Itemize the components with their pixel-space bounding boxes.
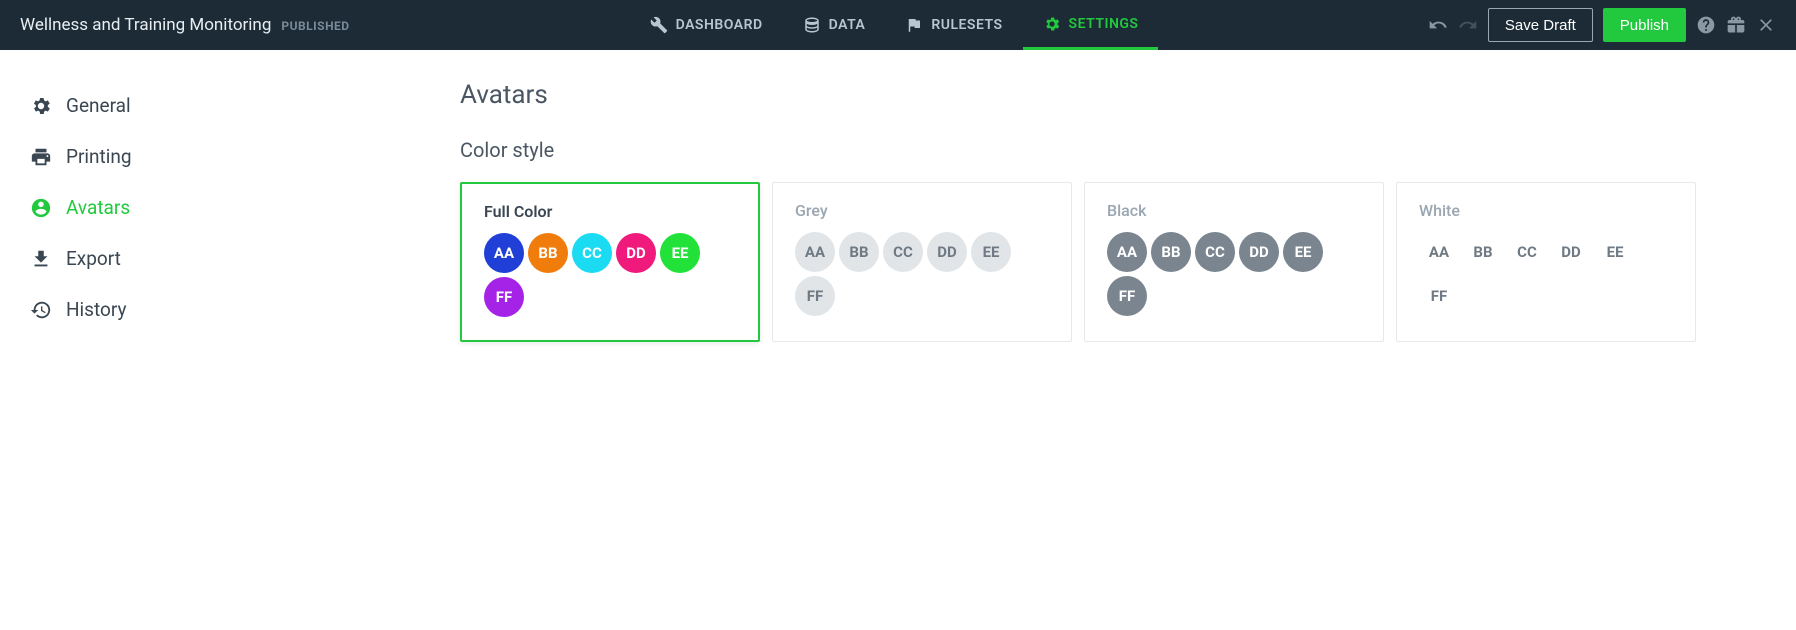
redo-icon [1458, 15, 1478, 35]
avatar-swatch: BB [1151, 232, 1191, 272]
sidebar-item-general[interactable]: General [30, 80, 460, 131]
sliders-icon [30, 95, 52, 117]
card-title: Full Color [484, 202, 736, 221]
nav-label: DATA [829, 17, 866, 33]
avatar-swatch: EE [1595, 232, 1635, 272]
avatar-icon [30, 197, 52, 219]
avatar-swatch: BB [528, 233, 568, 273]
color-style-grey[interactable]: Grey AABBCCDDEE FF [772, 182, 1072, 342]
undo-icon [1428, 15, 1448, 35]
nav-label: SETTINGS [1069, 16, 1139, 32]
sidebar-item-printing[interactable]: Printing [30, 131, 460, 182]
settings-sidebar: General Printing Avatars Export History [0, 80, 460, 342]
avatar-swatch: CC [1507, 232, 1547, 272]
swatch-row: AABBCCDDEE FF [484, 233, 736, 317]
content: Avatars Color style Full Color AABBCCDDE… [460, 80, 1796, 342]
close-button[interactable] [1756, 15, 1776, 35]
card-title: Black [1107, 201, 1361, 220]
avatar-swatch: AA [484, 233, 524, 273]
redo-button[interactable] [1458, 15, 1478, 35]
flag-icon [905, 16, 923, 34]
avatar-swatch: FF [484, 277, 524, 317]
avatar-swatch: DD [1551, 232, 1591, 272]
avatar-swatch: AA [1419, 232, 1459, 272]
help-button[interactable] [1696, 15, 1716, 35]
save-draft-button[interactable]: Save Draft [1488, 8, 1593, 42]
wrench-icon [650, 16, 668, 34]
sidebar-item-export[interactable]: Export [30, 233, 460, 284]
nav-rulesets[interactable]: RULESETS [885, 0, 1022, 50]
color-style-full-color[interactable]: Full Color AABBCCDDEE FF [460, 182, 760, 342]
nav-data[interactable]: DATA [783, 0, 886, 50]
card-title: White [1419, 201, 1673, 220]
gift-button[interactable] [1726, 15, 1746, 35]
nav-label: DASHBOARD [676, 17, 763, 33]
sidebar-item-label: History [66, 298, 126, 321]
avatar-swatch: DD [927, 232, 967, 272]
app-title: Wellness and Training Monitoring [20, 15, 271, 35]
gift-icon [1726, 15, 1746, 35]
right-controls: Save Draft Publish [1428, 8, 1776, 42]
color-style-white[interactable]: White AABBCCDDEE FF [1396, 182, 1696, 342]
help-icon [1696, 15, 1716, 35]
undo-button[interactable] [1428, 15, 1448, 35]
avatar-swatch: CC [883, 232, 923, 272]
title-wrap: Wellness and Training Monitoring PUBLISH… [20, 15, 350, 35]
swatch-row: AABBCCDDEE FF [1107, 232, 1361, 316]
color-style-black[interactable]: Black AABBCCDDEE FF [1084, 182, 1384, 342]
sidebar-item-label: Export [66, 247, 121, 270]
nav-dashboard[interactable]: DASHBOARD [630, 0, 783, 50]
database-icon [803, 16, 821, 34]
page-title: Avatars [460, 80, 1756, 110]
color-style-grid: Full Color AABBCCDDEEFF Grey AABBCCDDEEF… [460, 182, 1756, 342]
sidebar-item-label: Printing [66, 145, 132, 168]
sidebar-item-avatars[interactable]: Avatars [30, 182, 460, 233]
sidebar-item-history[interactable]: History [30, 284, 460, 335]
avatar-swatch: BB [1463, 232, 1503, 272]
avatar-swatch: FF [1419, 276, 1459, 316]
section-title: Color style [460, 138, 1756, 162]
history-icon [30, 299, 52, 321]
swatch-row: AABBCCDDEE FF [795, 232, 1049, 316]
avatar-swatch: CC [1195, 232, 1235, 272]
nav-label: RULESETS [931, 17, 1002, 33]
avatar-swatch: DD [1239, 232, 1279, 272]
avatar-swatch: CC [572, 233, 612, 273]
avatar-swatch: EE [660, 233, 700, 273]
gear-icon [1043, 15, 1061, 33]
avatar-swatch: EE [971, 232, 1011, 272]
avatar-swatch: FF [1107, 276, 1147, 316]
top-bar: Wellness and Training Monitoring PUBLISH… [0, 0, 1796, 50]
printer-icon [30, 146, 52, 168]
main-nav: DASHBOARD DATA RULESETS SETTINGS [630, 0, 1159, 50]
avatar-swatch: AA [1107, 232, 1147, 272]
avatar-swatch: DD [616, 233, 656, 273]
avatar-swatch: FF [795, 276, 835, 316]
body: General Printing Avatars Export History … [0, 50, 1796, 342]
avatar-swatch: EE [1283, 232, 1323, 272]
publish-button[interactable]: Publish [1603, 8, 1686, 42]
download-icon [30, 248, 52, 270]
avatar-swatch: AA [795, 232, 835, 272]
avatar-swatch: BB [839, 232, 879, 272]
swatch-row: AABBCCDDEE FF [1419, 232, 1673, 316]
sidebar-item-label: Avatars [66, 196, 130, 219]
nav-settings[interactable]: SETTINGS [1023, 0, 1159, 50]
card-title: Grey [795, 201, 1049, 220]
close-icon [1756, 15, 1776, 35]
sidebar-item-label: General [66, 94, 131, 117]
publish-status-badge: PUBLISHED [281, 19, 349, 33]
